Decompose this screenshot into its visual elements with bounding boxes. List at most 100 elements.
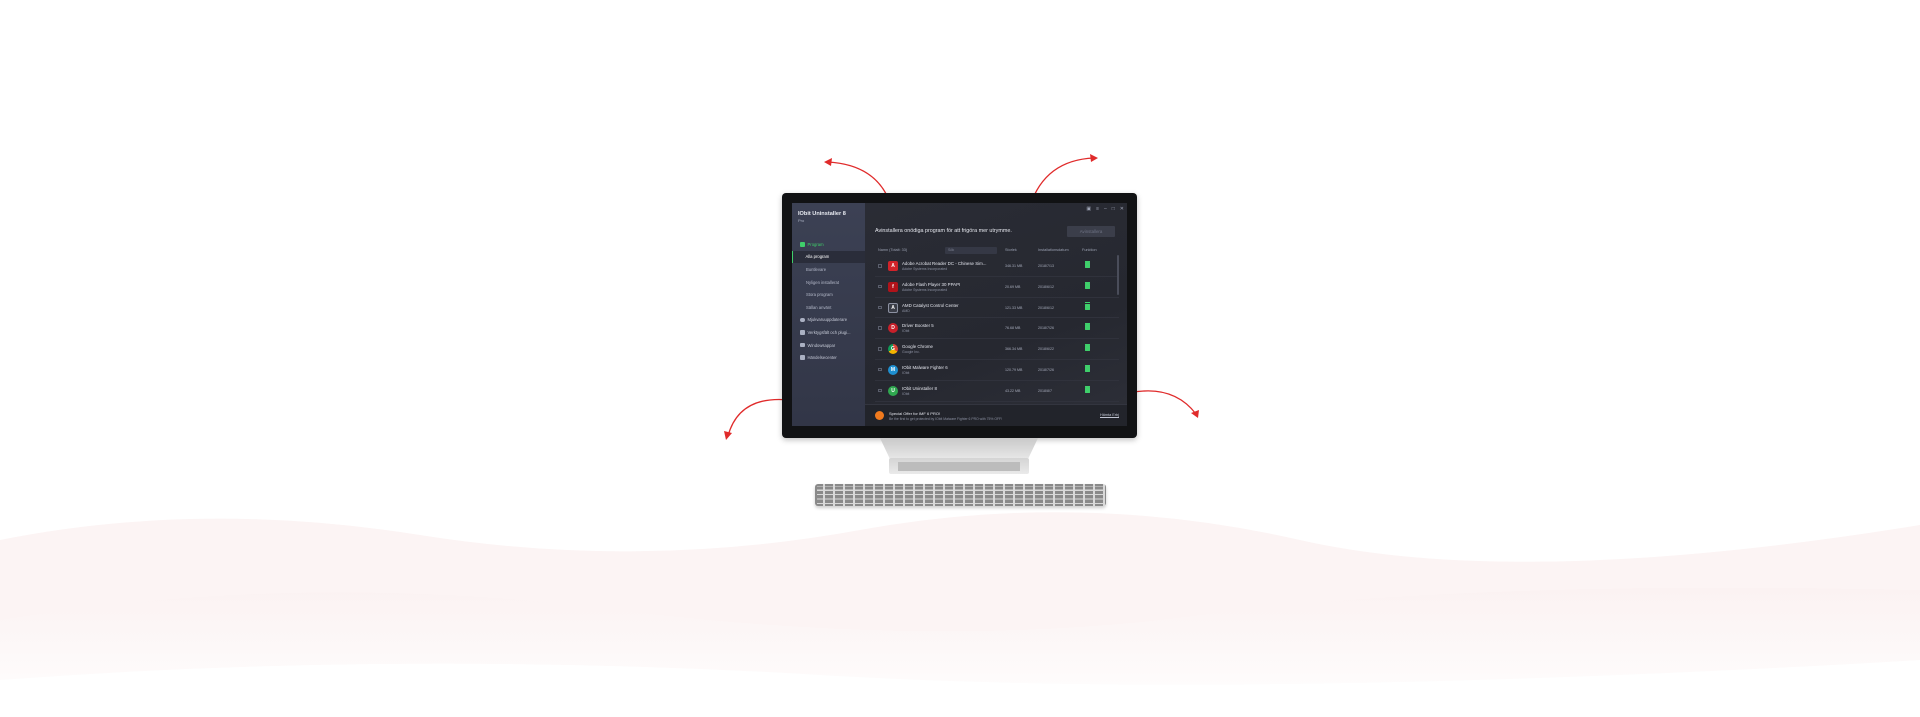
sidebar-item-label: Alla program: [805, 254, 830, 260]
program-size: 366.34 MB: [1005, 347, 1023, 352]
minimize-icon[interactable]: –: [1104, 206, 1107, 212]
program-install-date: 2018/7/26: [1038, 326, 1054, 331]
table-row[interactable]: A Adobe Acrobat Reader DC - Chinese Sim.…: [875, 256, 1119, 277]
program-publisher: Google Inc.: [902, 350, 920, 355]
sidebar-item-rarely-used[interactable]: Sällan använt: [792, 301, 865, 314]
program-publisher: IObit: [902, 391, 910, 396]
toolbox-icon[interactable]: ▣: [1086, 206, 1091, 212]
program-size: 346.31 MB: [1005, 264, 1023, 268]
row-checkbox[interactable]: [878, 367, 882, 372]
list-scrollbar[interactable]: [1117, 255, 1119, 295]
app-window: IObit Uninstaller 8 Pro Program Alla pro…: [792, 203, 1127, 426]
offer-icon: [875, 411, 884, 420]
sidebar-item-label: Stora program: [806, 292, 833, 298]
row-checkbox[interactable]: [878, 347, 882, 351]
program-size: 43.22 MB: [1005, 388, 1021, 393]
trash-icon[interactable]: [1084, 281, 1090, 289]
column-action-header: Funktion: [1082, 248, 1097, 252]
program-publisher: IObit: [902, 370, 910, 375]
sidebar-item-label: Nyligen installerat: [806, 279, 840, 285]
program-name: Adobe Acrobat Reader DC - Chinese Sim...: [902, 261, 987, 266]
sidebar-item-windows-apps[interactable]: Windowsappar: [792, 339, 865, 352]
special-offer-bar: Special Offer for IMF 6 PRO! Be the firs…: [865, 404, 1127, 426]
sidebar-item-all-programs[interactable]: Alla program: [792, 250, 865, 264]
sidebar-item-label: Buntlevare: [806, 266, 827, 272]
menu-icon[interactable]: ≡: [1096, 206, 1099, 212]
sidebar: IObit Uninstaller 8 Pro Program Alla pro…: [792, 203, 865, 426]
offer-title: Special Offer for IMF 6 PRO!: [889, 411, 941, 416]
row-checkbox[interactable]: [878, 326, 882, 330]
table-row[interactable]: A AMD Catalyst Control Center AMD 121.33…: [875, 298, 1119, 319]
monitor-stand: [880, 438, 1038, 458]
program-install-date: 2018/6/12: [1038, 305, 1054, 310]
trash-icon[interactable]: [1084, 364, 1090, 372]
grid-icon: [800, 242, 805, 247]
program-publisher: IObit: [902, 329, 910, 334]
adobe-acrobat-icon: A: [888, 261, 898, 271]
monitor-stand-shadow: [898, 462, 1020, 471]
app-edition: Pro: [798, 218, 805, 223]
table-row[interactable]: G Google Chrome Google Inc. 366.34 MB 20…: [875, 339, 1119, 360]
page-headline: Avinstallera onödiga program för att fri…: [875, 228, 1012, 234]
trash-icon[interactable]: [1084, 323, 1090, 331]
program-name: Driver Booster 5: [902, 323, 934, 329]
offer-link[interactable]: Hämta Erbj: [1100, 413, 1119, 417]
column-name-header[interactable]: Namn (Totalt: 33): [878, 248, 907, 252]
row-checkbox[interactable]: [878, 264, 882, 268]
table-row[interactable]: D Driver Booster 5 IObit 76.68 MB 2018/7…: [875, 318, 1119, 340]
program-list: A Adobe Acrobat Reader DC - Chinese Sim.…: [875, 256, 1119, 402]
sidebar-item-recently-installed[interactable]: Nyligen installerat: [792, 276, 865, 289]
program-name: IObit Uninstaller 8: [902, 385, 937, 391]
program-size: 76.68 MB: [1005, 326, 1021, 331]
trash-icon[interactable]: [1084, 302, 1090, 310]
sidebar-item-label: Händelsecenter: [807, 355, 837, 361]
google-chrome-icon: G: [888, 344, 898, 355]
sidebar-item-software-updater[interactable]: Mjukvaruuppdaterare: [792, 314, 865, 327]
uninstall-button[interactable]: Avinstallera: [1067, 226, 1115, 237]
program-publisher: Adobe Systems Incorporated: [902, 267, 948, 271]
program-publisher: Adobe Systems Incorporated: [902, 287, 948, 292]
row-checkbox[interactable]: [878, 284, 882, 289]
window-controls: ▣ ≡ – □ ✕: [1086, 206, 1124, 212]
program-name: Adobe Flash Player 30 PPAPI: [902, 281, 961, 287]
row-checkbox[interactable]: [878, 305, 882, 310]
main-panel: ▣ ≡ – □ ✕ Avinstallera onödiga program f…: [865, 203, 1127, 426]
sidebar-item-label: Sällan använt: [806, 304, 832, 310]
trash-icon[interactable]: [1084, 260, 1090, 268]
program-name: AMD Catalyst Control Center: [902, 302, 959, 308]
program-name: Google Chrome: [902, 344, 933, 350]
program-install-date: 2018/7/13: [1038, 264, 1054, 268]
sidebar-nav: Program Alla program Buntlevare Nyligen …: [792, 238, 865, 364]
keyboard-key-rows: [817, 486, 1104, 504]
sidebar-item-bundleware[interactable]: Buntlevare: [792, 263, 865, 276]
table-header: Namn (Totalt: 33) Sök Storlek Installati…: [875, 247, 1119, 255]
sidebar-item-program[interactable]: Program: [792, 238, 865, 251]
close-icon[interactable]: ✕: [1120, 206, 1124, 212]
iobit-uninstaller-icon: U: [888, 385, 898, 396]
puzzle-icon: [800, 330, 805, 335]
program-size: 120.79 MB: [1005, 367, 1023, 372]
trash-icon[interactable]: [1084, 385, 1090, 393]
sidebar-item-label: Program: [807, 241, 824, 247]
table-row[interactable]: U IObit Uninstaller 8 IObit 43.22 MB 201…: [875, 381, 1119, 402]
trash-icon[interactable]: [1084, 343, 1090, 352]
table-row[interactable]: f Adobe Flash Player 30 PPAPI Adobe Syst…: [875, 277, 1119, 298]
sidebar-item-label: Windowsappar: [807, 342, 836, 348]
program-name: IObit Malware Fighter 6: [902, 364, 948, 370]
amd-catalyst-icon: A: [888, 302, 898, 313]
sidebar-item-label: Verktygsfält och plugi...: [807, 329, 851, 335]
sidebar-item-large-programs[interactable]: Stora program: [792, 288, 865, 301]
program-size: 121.33 MB: [1005, 305, 1023, 310]
sidebar-item-toolbars-plugins[interactable]: Verktygsfält och plugi...: [792, 326, 865, 339]
search-input[interactable]: Sök: [945, 247, 997, 254]
adobe-flash-icon: f: [888, 281, 898, 292]
sidebar-item-action-center[interactable]: Händelsecenter: [792, 351, 865, 364]
maximize-icon[interactable]: □: [1112, 206, 1115, 212]
column-size-header[interactable]: Storlek: [1005, 248, 1017, 252]
driver-booster-icon: D: [888, 323, 898, 334]
row-checkbox[interactable]: [878, 388, 882, 393]
malware-fighter-icon: M: [888, 364, 898, 375]
table-row[interactable]: M IObit Malware Fighter 6 IObit 120.79 M…: [875, 360, 1119, 381]
column-date-header[interactable]: Installationsdatum: [1038, 248, 1069, 252]
program-install-date: 2018/6/12: [1038, 284, 1054, 289]
